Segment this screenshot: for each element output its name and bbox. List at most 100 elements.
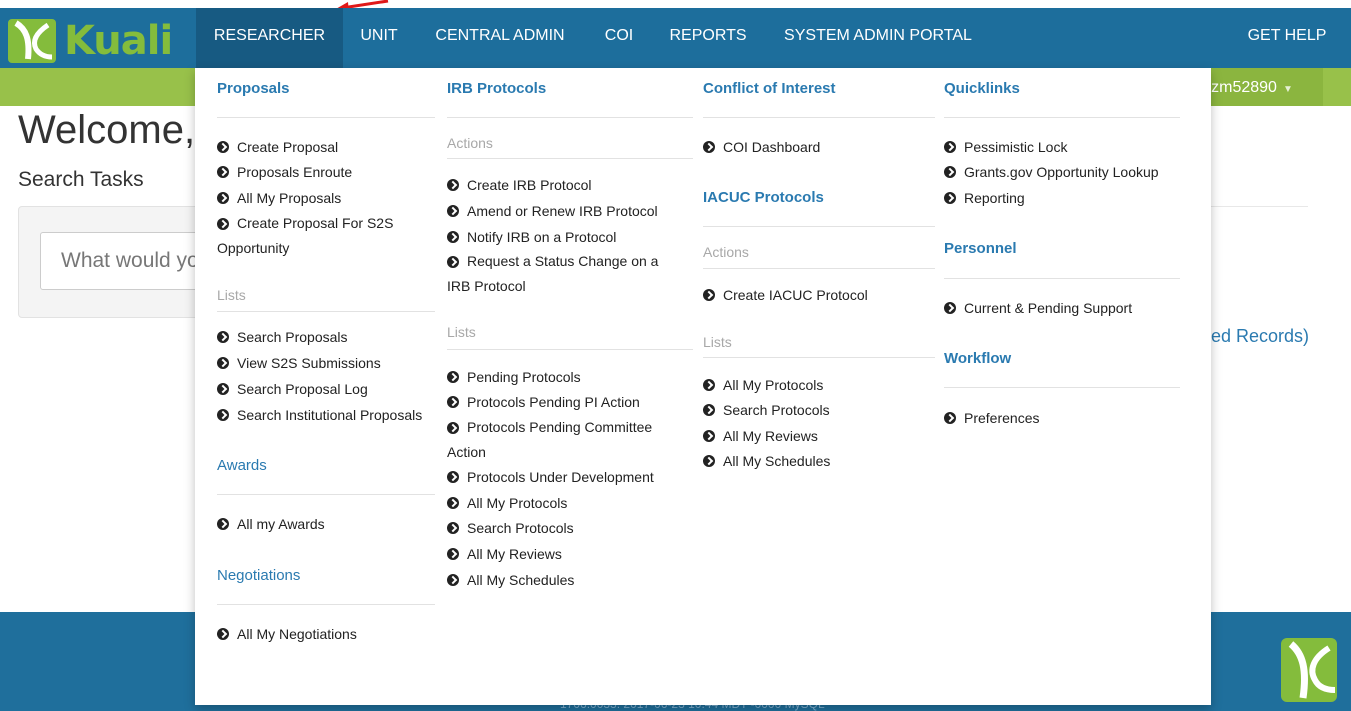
menu-item-notify-irb[interactable]: Notify IRB on a Protocol: [447, 224, 616, 250]
menu-item-proposals-enroute[interactable]: Proposals Enroute: [217, 159, 352, 185]
menu-item-protocols-pending-committee[interactable]: Protocols Pending Committee Action: [447, 415, 673, 465]
menu-item-create-proposal[interactable]: Create Proposal: [217, 134, 338, 160]
menu-item-protocols-under-development[interactable]: Protocols Under Development: [447, 464, 654, 490]
menu-item-label: Create Proposal: [237, 139, 339, 155]
menu-item-create-proposal-s2s[interactable]: Create Proposal For S2S Opportunity: [217, 211, 417, 261]
menu-item-all-my-protocols[interactable]: All My Protocols: [447, 490, 567, 516]
menu-item-label: Grants.gov Opportunity Lookup: [964, 164, 1159, 180]
researcher-mega-menu: Proposals Create Proposal Proposals Enro…: [195, 68, 1211, 705]
section-title-quicklinks[interactable]: Quicklinks: [944, 80, 1020, 97]
divider: [217, 117, 435, 118]
menu-item-grants-gov-lookup[interactable]: Grants.gov Opportunity Lookup: [944, 159, 1159, 185]
sub-label-actions: Actions: [447, 135, 493, 151]
menu-item-label: Search Institutional Proposals: [237, 407, 423, 423]
menu-item-current-pending-support[interactable]: Current & Pending Support: [944, 295, 1132, 321]
chevron-circle-right-icon: [217, 518, 229, 530]
menu-item-search-protocols[interactable]: Search Protocols: [447, 515, 574, 541]
chevron-circle-right-icon: [447, 422, 459, 434]
menu-item-all-my-schedules[interactable]: All My Schedules: [447, 567, 574, 593]
menu-item-search-proposal-log[interactable]: Search Proposal Log: [217, 376, 368, 402]
menu-item-search-protocols[interactable]: Search Protocols: [703, 397, 830, 423]
menu-item-create-irb-protocol[interactable]: Create IRB Protocol: [447, 172, 592, 198]
menu-item-pessimistic-lock[interactable]: Pessimistic Lock: [944, 134, 1067, 160]
section-title-negotiations[interactable]: Negotiations: [217, 567, 300, 584]
menu-item-search-institutional-proposals[interactable]: Search Institutional Proposals: [217, 402, 422, 428]
menu-item-create-iacuc-protocol[interactable]: Create IACUC Protocol: [703, 282, 868, 308]
divider: [703, 357, 935, 358]
section-title-irb-protocols[interactable]: IRB Protocols: [447, 80, 546, 97]
menu-item-label: Amend or Renew IRB Protocol: [467, 203, 658, 219]
section-title-workflow[interactable]: Workflow: [944, 350, 1011, 367]
menu-item-all-my-schedules[interactable]: All My Schedules: [703, 448, 830, 474]
menu-item-label: All My Protocols: [723, 377, 824, 393]
chevron-circle-right-icon: [217, 331, 229, 343]
menu-item-request-status-change[interactable]: Request a Status Change on a IRB Protoco…: [447, 249, 673, 299]
chevron-circle-right-icon: [217, 166, 229, 178]
nav-central-admin[interactable]: CENTRAL ADMIN: [420, 8, 580, 68]
menu-item-label: Protocols Pending Committee Action: [447, 419, 653, 460]
menu-item-label: All My Reviews: [467, 546, 562, 562]
chevron-circle-right-icon: [447, 396, 459, 408]
search-input[interactable]: What would yo: [40, 232, 210, 290]
menu-item-label: Reporting: [964, 190, 1025, 206]
menu-item-all-my-negotiations[interactable]: All My Negotiations: [217, 621, 357, 647]
kuali-logo-text: Kuali: [64, 18, 173, 64]
nav-system-admin-portal[interactable]: SYSTEM ADMIN PORTAL: [768, 8, 988, 68]
menu-item-coi-dashboard[interactable]: COI Dashboard: [703, 134, 820, 160]
menu-item-pending-protocols[interactable]: Pending Protocols: [447, 364, 581, 390]
menu-item-all-my-proposals[interactable]: All My Proposals: [217, 185, 341, 211]
page-title: Welcome,: [18, 108, 196, 152]
menu-item-amend-renew-irb-protocol[interactable]: Amend or Renew IRB Protocol: [447, 198, 658, 224]
menu-item-label: Create IRB Protocol: [467, 177, 592, 193]
section-title-iacuc-protocols[interactable]: IACUC Protocols: [703, 189, 824, 206]
nav-reports[interactable]: REPORTS: [656, 8, 760, 68]
menu-item-all-my-protocols[interactable]: All My Protocols: [703, 372, 823, 398]
section-title-conflict-of-interest[interactable]: Conflict of Interest: [703, 80, 836, 97]
nav-get-help[interactable]: GET HELP: [1232, 8, 1342, 68]
kuali-footer-logo-icon: [1281, 638, 1337, 702]
divider: [217, 494, 435, 495]
chevron-circle-right-icon: [447, 548, 459, 560]
divider: [944, 387, 1180, 388]
menu-item-label: Search Protocols: [723, 402, 830, 418]
divider: [217, 604, 435, 605]
nav-coi[interactable]: COI: [588, 8, 650, 68]
menu-item-search-proposals[interactable]: Search Proposals: [217, 324, 348, 350]
chevron-circle-right-icon: [447, 497, 459, 509]
menu-item-label: Request a Status Change on a IRB Protoco…: [447, 253, 659, 294]
chevron-circle-right-icon: [944, 141, 956, 153]
sub-label-lists: Lists: [703, 334, 732, 350]
menu-item-preferences[interactable]: Preferences: [944, 405, 1039, 431]
kuali-logo-mark-icon: [8, 19, 56, 63]
records-link[interactable]: ed Records): [1211, 326, 1309, 347]
menu-item-label: COI Dashboard: [723, 139, 821, 155]
menu-item-label: All My Negotiations: [237, 626, 357, 642]
chevron-circle-right-icon: [703, 455, 715, 467]
menu-item-label: Notify IRB on a Protocol: [467, 229, 617, 245]
nav-researcher[interactable]: RESEARCHER: [196, 8, 343, 68]
menu-item-all-my-reviews[interactable]: All My Reviews: [703, 423, 818, 449]
menu-item-view-s2s-submissions[interactable]: View S2S Submissions: [217, 350, 381, 376]
sub-label-lists: Lists: [217, 287, 246, 303]
menu-item-label: All My Reviews: [723, 428, 818, 444]
kuali-logo[interactable]: Kuali: [8, 18, 173, 64]
section-title-awards[interactable]: Awards: [217, 457, 267, 474]
search-tasks-heading: Search Tasks: [18, 168, 144, 191]
nav-unit[interactable]: UNIT: [346, 8, 412, 68]
chevron-circle-right-icon: [703, 404, 715, 416]
divider: [217, 311, 435, 312]
section-title-proposals[interactable]: Proposals: [217, 80, 290, 97]
section-title-personnel[interactable]: Personnel: [944, 240, 1017, 257]
menu-item-label: View S2S Submissions: [237, 355, 381, 371]
menu-item-label: Preferences: [964, 410, 1040, 426]
chevron-circle-right-icon: [447, 574, 459, 586]
menu-item-all-my-awards[interactable]: All my Awards: [217, 511, 325, 537]
chevron-circle-right-icon: [447, 205, 459, 217]
menu-item-reporting[interactable]: Reporting: [944, 185, 1025, 211]
divider: [703, 268, 935, 269]
chevron-circle-right-icon: [703, 141, 715, 153]
menu-item-protocols-pending-pi[interactable]: Protocols Pending PI Action: [447, 389, 640, 415]
menu-item-label: Current & Pending Support: [964, 300, 1133, 316]
menu-item-all-my-reviews[interactable]: All My Reviews: [447, 541, 562, 567]
menu-item-label: Search Proposals: [237, 329, 348, 345]
